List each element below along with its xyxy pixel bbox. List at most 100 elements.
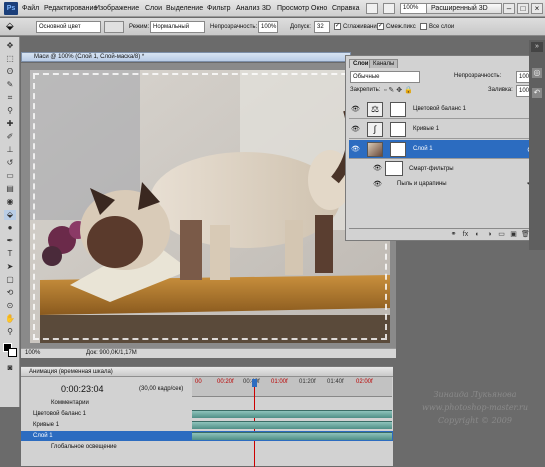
menu-filter[interactable]: Фильтр — [207, 0, 231, 17]
track-duration-bar[interactable] — [192, 421, 392, 429]
type-tool-icon[interactable]: T — [4, 249, 16, 259]
fill-source-select[interactable]: Основной цвет — [36, 21, 101, 33]
menu-analysis[interactable]: Анализ — [236, 0, 260, 17]
add-mask-icon[interactable]: ◐ — [473, 231, 482, 239]
adjustments-panel-icon[interactable]: ◎ — [532, 68, 542, 78]
opacity-field[interactable]: 100% — [258, 21, 278, 33]
tolerance-label: Допуск: — [290, 24, 311, 30]
panel-dock-strip: » ◎ ↶ — [529, 40, 545, 250]
gradient-tool-icon[interactable]: ▤ — [4, 184, 16, 194]
layer-row-color-balance[interactable]: 👁 ⚖ Цветовой баланс 1 — [349, 100, 539, 119]
status-zoom[interactable]: 100% — [25, 349, 40, 358]
antialias-checkbox[interactable]: ✓ — [334, 23, 341, 30]
collapse-panels-icon[interactable]: » — [531, 42, 543, 52]
track-duration-bar[interactable] — [192, 432, 392, 440]
menu-image[interactable]: Изображение — [95, 0, 139, 17]
layers-panel-footer: ⚭ fx ◐ ◑ ▭ ▣ 🗑 — [349, 228, 539, 240]
blur-tool-icon[interactable]: ◉ — [4, 197, 16, 207]
tolerance-field[interactable]: 32 — [314, 21, 330, 33]
layer-row-layer1[interactable]: 👁 Слой 1 ⊛ — [349, 140, 539, 159]
menu-edit[interactable]: Редактирование — [44, 0, 97, 17]
history-brush-tool-icon[interactable]: ↺ — [4, 158, 16, 168]
mode-select[interactable]: Нормальный — [150, 21, 205, 33]
maximize-button[interactable]: □ — [517, 3, 529, 14]
pen-tool-icon[interactable]: ✒ — [4, 236, 16, 246]
eye-icon[interactable]: 👁 — [351, 105, 360, 114]
document-tab[interactable]: Маси @ 100% (Слой 1, Слой-маска/8) * — [21, 52, 351, 62]
track-curves[interactable]: Кривые 1 — [21, 420, 393, 430]
close-button[interactable]: × — [531, 3, 543, 14]
eraser-tool-icon[interactable]: ▭ — [4, 171, 16, 181]
track-comments[interactable]: Комментарии — [21, 398, 393, 408]
menu-select[interactable]: Выделение — [166, 0, 203, 17]
layer-style-icon[interactable]: fx — [461, 231, 470, 239]
menu-3d[interactable]: 3D — [262, 0, 271, 17]
move-tool-icon[interactable]: ✥ — [4, 41, 16, 51]
eye-icon[interactable]: 👁 — [351, 125, 360, 134]
smart-filters-row[interactable]: 👁 Смарт-фильтры — [349, 160, 539, 178]
mini-bridge-button[interactable] — [383, 3, 395, 14]
new-group-icon[interactable]: ▭ — [497, 231, 506, 239]
paint-bucket-icon[interactable]: ⬙ — [6, 18, 14, 36]
background-color-swatch[interactable] — [8, 348, 17, 357]
shape-tool-icon[interactable]: ▢ — [4, 275, 16, 285]
eye-icon[interactable]: 👁 — [373, 164, 382, 172]
layer-name: Цветовой баланс 1 — [413, 106, 466, 112]
healing-tool-icon[interactable]: ✚ — [4, 119, 16, 129]
quick-select-tool-icon[interactable]: ✎ — [4, 80, 16, 90]
eye-icon[interactable]: 👁 — [351, 145, 360, 154]
cat-photo — [30, 70, 390, 343]
menu-window[interactable]: Окно — [311, 0, 327, 17]
adjustment-layer-icon[interactable]: ◑ — [485, 231, 494, 239]
minimize-button[interactable]: – — [503, 3, 515, 14]
filter-mask-thumb[interactable] — [385, 161, 403, 176]
crop-tool-icon[interactable]: ⌗ — [4, 93, 16, 103]
new-layer-icon[interactable]: ▣ — [509, 231, 518, 239]
filter-item-row[interactable]: 👁 Пыль и царапины ⇌ — [349, 178, 539, 190]
hand-tool-icon[interactable]: ✋ — [4, 314, 16, 324]
history-panel-icon[interactable]: ↶ — [532, 88, 542, 98]
track-color-balance[interactable]: Цветовой баланс 1 — [21, 409, 393, 419]
workspace-switcher[interactable]: Расширенный 3D — [426, 3, 502, 14]
pattern-picker[interactable] — [104, 21, 124, 33]
track-duration-bar[interactable] — [192, 410, 392, 418]
menu-layers[interactable]: Слои — [145, 0, 162, 17]
zoom-tool-icon[interactable]: ⚲ — [4, 327, 16, 337]
clone-stamp-tool-icon[interactable]: ⊥ — [4, 145, 16, 155]
menu-help[interactable]: Справка — [332, 0, 359, 17]
menu-file[interactable]: Файл — [22, 0, 39, 17]
layers-panel: Слои Каналы ≡ Обычные Непрозрачность: 10… — [345, 55, 541, 241]
contiguous-checkbox[interactable]: ✓ — [377, 23, 384, 30]
all-layers-checkbox[interactable] — [420, 23, 427, 30]
path-select-tool-icon[interactable]: ➤ — [4, 262, 16, 272]
document-title: Маси @ 100% (Слой 1, Слой-маска/8) * — [34, 54, 145, 60]
lasso-tool-icon[interactable]: ʘ — [4, 67, 16, 77]
playhead-handle[interactable] — [252, 379, 257, 387]
tab-channels[interactable]: Каналы — [369, 59, 399, 68]
marquee-tool-icon[interactable]: ⬚ — [4, 54, 16, 64]
3d-rotate-tool-icon[interactable]: ⟲ — [4, 288, 16, 298]
menu-view[interactable]: Просмотр — [277, 0, 309, 17]
layer-opacity-label: Непрозрачность: — [454, 73, 502, 79]
dodge-tool-icon[interactable]: ● — [4, 223, 16, 233]
eyedropper-tool-icon[interactable]: ⚲ — [4, 106, 16, 116]
brush-tool-icon[interactable]: ✐ — [4, 132, 16, 142]
eye-icon[interactable]: 👁 — [373, 180, 382, 188]
paint-bucket-tool-icon[interactable]: ⬙ — [4, 210, 16, 220]
selection-marquee — [33, 73, 387, 340]
track-global-light[interactable]: Глобальное освещение — [21, 442, 393, 452]
layer-row-curves[interactable]: 👁 ∫ Кривые 1 — [349, 120, 539, 139]
quick-mask-icon[interactable]: ◙ — [4, 363, 16, 373]
blend-mode-select[interactable]: Обычные — [350, 71, 420, 83]
layer-mask-thumb[interactable] — [390, 122, 406, 137]
menu-bar: Ps Файл Редактирование Изображение Слои … — [0, 0, 545, 17]
link-layers-icon[interactable]: ⚭ — [449, 231, 458, 239]
track-label: Слой 1 — [33, 433, 53, 439]
layer-mask-thumb[interactable] — [390, 142, 406, 157]
track-layer1[interactable]: Слой 1 — [21, 431, 393, 441]
layer-mask-thumb[interactable] — [390, 102, 406, 117]
bridge-button[interactable] — [366, 3, 378, 14]
lock-icons[interactable]: ▫ ✎ ✥ 🔒 — [384, 86, 413, 94]
curves-icon: ∫ — [367, 122, 383, 137]
3d-camera-tool-icon[interactable]: ⊙ — [4, 301, 16, 311]
